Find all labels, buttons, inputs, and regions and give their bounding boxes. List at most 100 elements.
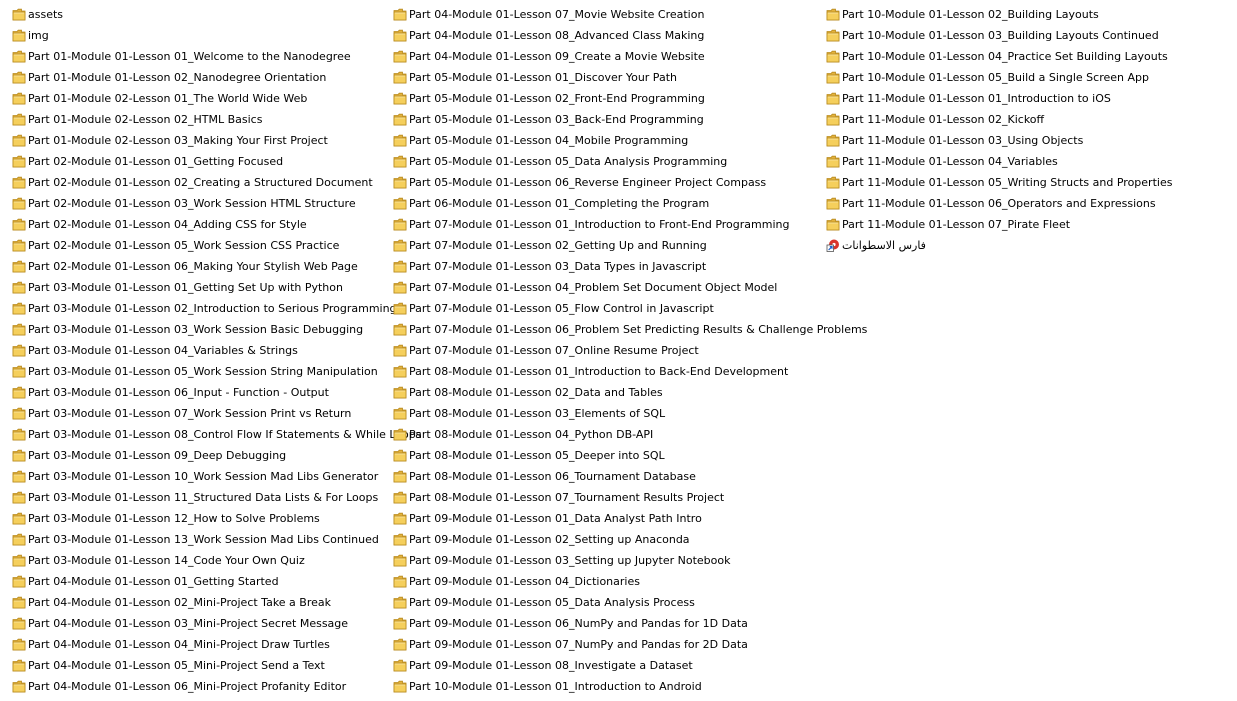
folder-item[interactable]: Part 10-Module 01-Lesson 02_Building Lay… xyxy=(826,4,1173,25)
folder-item[interactable]: Part 03-Module 01-Lesson 09_Deep Debuggi… xyxy=(12,445,423,466)
folder-item[interactable]: Part 11-Module 01-Lesson 02_Kickoff xyxy=(826,109,1173,130)
folder-item[interactable]: Part 02-Module 01-Lesson 05_Work Session… xyxy=(12,235,423,256)
item-name-label: Part 09-Module 01-Lesson 07_NumPy and Pa… xyxy=(409,638,748,651)
folder-item[interactable]: Part 11-Module 01-Lesson 03_Using Object… xyxy=(826,130,1173,151)
folder-item[interactable]: Part 03-Module 01-Lesson 08_Control Flow… xyxy=(12,424,423,445)
folder-item[interactable]: Part 08-Module 01-Lesson 07_Tournament R… xyxy=(393,487,868,508)
folder-item[interactable]: img xyxy=(12,25,423,46)
folder-item[interactable]: Part 04-Module 01-Lesson 01_Getting Star… xyxy=(12,571,423,592)
folder-item[interactable]: Part 03-Module 01-Lesson 10_Work Session… xyxy=(12,466,423,487)
folder-item[interactable]: Part 07-Module 01-Lesson 06_Problem Set … xyxy=(393,319,868,340)
folder-item[interactable]: Part 03-Module 01-Lesson 05_Work Session… xyxy=(12,361,423,382)
folder-item[interactable]: Part 07-Module 01-Lesson 05_Flow Control… xyxy=(393,298,868,319)
folder-item[interactable]: Part 02-Module 01-Lesson 06_Making Your … xyxy=(12,256,423,277)
folder-item[interactable]: Part 02-Module 01-Lesson 02_Creating a S… xyxy=(12,172,423,193)
folder-item[interactable]: Part 03-Module 01-Lesson 14_Code Your Ow… xyxy=(12,550,423,571)
item-name-label: Part 11-Module 01-Lesson 07_Pirate Fleet xyxy=(842,218,1071,231)
folder-item[interactable]: Part 03-Module 01-Lesson 04_Variables & … xyxy=(12,340,423,361)
folder-item[interactable]: Part 03-Module 01-Lesson 07_Work Session… xyxy=(12,403,423,424)
item-name-label: Part 03-Module 01-Lesson 14_Code Your Ow… xyxy=(28,554,305,567)
folder-item[interactable]: Part 05-Module 01-Lesson 02_Front-End Pr… xyxy=(393,88,868,109)
folder-item[interactable]: Part 03-Module 01-Lesson 02_Introduction… xyxy=(12,298,423,319)
item-name-label: Part 05-Module 01-Lesson 02_Front-End Pr… xyxy=(409,92,705,105)
folder-item[interactable]: Part 07-Module 01-Lesson 01_Introduction… xyxy=(393,214,868,235)
item-name-label: Part 04-Module 01-Lesson 07_Movie Websit… xyxy=(409,8,705,21)
folder-item[interactable]: Part 02-Module 01-Lesson 03_Work Session… xyxy=(12,193,423,214)
folder-item[interactable]: Part 04-Module 01-Lesson 06_Mini-Project… xyxy=(12,676,423,697)
folder-item[interactable]: Part 02-Module 01-Lesson 04_Adding CSS f… xyxy=(12,214,423,235)
folder-item[interactable]: Part 03-Module 01-Lesson 06_Input - Func… xyxy=(12,382,423,403)
folder-item[interactable]: Part 05-Module 01-Lesson 03_Back-End Pro… xyxy=(393,109,868,130)
folder-item[interactable]: Part 01-Module 01-Lesson 02_Nanodegree O… xyxy=(12,67,423,88)
folder-item[interactable]: Part 09-Module 01-Lesson 01_Data Analyst… xyxy=(393,508,868,529)
folder-item[interactable]: Part 09-Module 01-Lesson 08_Investigate … xyxy=(393,655,868,676)
folder-item[interactable]: Part 11-Module 01-Lesson 07_Pirate Fleet xyxy=(826,214,1173,235)
folder-item[interactable]: Part 08-Module 01-Lesson 01_Introduction… xyxy=(393,361,868,382)
folder-item[interactable]: Part 03-Module 01-Lesson 12_How to Solve… xyxy=(12,508,423,529)
folder-item[interactable]: Part 09-Module 01-Lesson 02_Setting up A… xyxy=(393,529,868,550)
folder-item[interactable]: Part 10-Module 01-Lesson 04_Practice Set… xyxy=(826,46,1173,67)
folder-item[interactable]: Part 08-Module 01-Lesson 05_Deeper into … xyxy=(393,445,868,466)
folder-item[interactable]: Part 08-Module 01-Lesson 04_Python DB-AP… xyxy=(393,424,868,445)
item-name-label: فارس الاسطوانات xyxy=(842,239,926,252)
folder-item[interactable]: Part 04-Module 01-Lesson 07_Movie Websit… xyxy=(393,4,868,25)
folder-item[interactable]: Part 04-Module 01-Lesson 02_Mini-Project… xyxy=(12,592,423,613)
folder-item[interactable]: Part 01-Module 02-Lesson 03_Making Your … xyxy=(12,130,423,151)
shortcut-item[interactable]: فارس الاسطوانات xyxy=(826,235,1173,256)
folder-item[interactable]: Part 01-Module 02-Lesson 01_The World Wi… xyxy=(12,88,423,109)
item-name-label: Part 01-Module 01-Lesson 01_Welcome to t… xyxy=(28,50,351,63)
folder-item[interactable]: Part 11-Module 01-Lesson 05_Writing Stru… xyxy=(826,172,1173,193)
folder-item[interactable]: Part 04-Module 01-Lesson 09_Create a Mov… xyxy=(393,46,868,67)
folder-item[interactable]: Part 06-Module 01-Lesson 01_Completing t… xyxy=(393,193,868,214)
folder-item[interactable]: assets xyxy=(12,4,423,25)
item-name-label: Part 07-Module 01-Lesson 06_Problem Set … xyxy=(409,323,868,336)
folder-item[interactable]: Part 08-Module 01-Lesson 06_Tournament D… xyxy=(393,466,868,487)
folder-item[interactable]: Part 05-Module 01-Lesson 04_Mobile Progr… xyxy=(393,130,868,151)
folder-item[interactable]: Part 09-Module 01-Lesson 04_Dictionaries xyxy=(393,571,868,592)
folder-item[interactable]: Part 04-Module 01-Lesson 03_Mini-Project… xyxy=(12,613,423,634)
item-name-label: Part 02-Module 01-Lesson 01_Getting Focu… xyxy=(28,155,284,168)
folder-item[interactable]: Part 04-Module 01-Lesson 05_Mini-Project… xyxy=(12,655,423,676)
item-name-label: Part 09-Module 01-Lesson 03_Setting up J… xyxy=(409,554,731,567)
folder-item[interactable]: Part 09-Module 01-Lesson 06_NumPy and Pa… xyxy=(393,613,868,634)
folder-item[interactable]: Part 10-Module 01-Lesson 05_Build a Sing… xyxy=(826,67,1173,88)
folder-item[interactable]: Part 04-Module 01-Lesson 08_Advanced Cla… xyxy=(393,25,868,46)
folder-item[interactable]: Part 07-Module 01-Lesson 07_Online Resum… xyxy=(393,340,868,361)
folder-item[interactable]: Part 05-Module 01-Lesson 01_Discover You… xyxy=(393,67,868,88)
folder-item[interactable]: Part 09-Module 01-Lesson 03_Setting up J… xyxy=(393,550,868,571)
item-name-label: Part 09-Module 01-Lesson 01_Data Analyst… xyxy=(409,512,702,525)
folder-item[interactable]: Part 01-Module 01-Lesson 01_Welcome to t… xyxy=(12,46,423,67)
folder-item[interactable]: Part 10-Module 01-Lesson 03_Building Lay… xyxy=(826,25,1173,46)
folder-item[interactable]: Part 07-Module 01-Lesson 02_Getting Up a… xyxy=(393,235,868,256)
folder-item[interactable]: Part 03-Module 01-Lesson 11_Structured D… xyxy=(12,487,423,508)
folder-item[interactable]: Part 05-Module 01-Lesson 06_Reverse Engi… xyxy=(393,172,868,193)
folder-icon xyxy=(393,449,407,462)
folder-item[interactable]: Part 08-Module 01-Lesson 02_Data and Tab… xyxy=(393,382,868,403)
folder-item[interactable]: Part 03-Module 01-Lesson 13_Work Session… xyxy=(12,529,423,550)
folder-item[interactable]: Part 03-Module 01-Lesson 01_Getting Set … xyxy=(12,277,423,298)
folder-icon xyxy=(393,50,407,63)
folder-item[interactable]: Part 08-Module 01-Lesson 03_Elements of … xyxy=(393,403,868,424)
folder-item[interactable]: Part 09-Module 01-Lesson 05_Data Analysi… xyxy=(393,592,868,613)
item-name-label: Part 03-Module 01-Lesson 03_Work Session… xyxy=(28,323,364,336)
folder-item[interactable]: Part 11-Module 01-Lesson 06_Operators an… xyxy=(826,193,1173,214)
folder-icon xyxy=(826,29,840,42)
item-name-label: Part 03-Module 01-Lesson 08_Control Flow… xyxy=(28,428,422,441)
item-name-label: Part 05-Module 01-Lesson 06_Reverse Engi… xyxy=(409,176,767,189)
item-name-label: Part 04-Module 01-Lesson 03_Mini-Project… xyxy=(28,617,349,630)
folder-item[interactable]: Part 11-Module 01-Lesson 01_Introduction… xyxy=(826,88,1173,109)
folder-icon xyxy=(12,617,26,630)
folder-item[interactable]: Part 05-Module 01-Lesson 05_Data Analysi… xyxy=(393,151,868,172)
item-name-label: Part 04-Module 01-Lesson 06_Mini-Project… xyxy=(28,680,347,693)
folder-item[interactable]: Part 07-Module 01-Lesson 03_Data Types i… xyxy=(393,256,868,277)
folder-item[interactable]: Part 11-Module 01-Lesson 04_Variables xyxy=(826,151,1173,172)
folder-item[interactable]: Part 07-Module 01-Lesson 04_Problem Set … xyxy=(393,277,868,298)
folder-item[interactable]: Part 03-Module 01-Lesson 03_Work Session… xyxy=(12,319,423,340)
folder-item[interactable]: Part 02-Module 01-Lesson 01_Getting Focu… xyxy=(12,151,423,172)
folder-item[interactable]: Part 01-Module 02-Lesson 02_HTML Basics xyxy=(12,109,423,130)
folder-item[interactable]: Part 09-Module 01-Lesson 07_NumPy and Pa… xyxy=(393,634,868,655)
folder-item[interactable]: Part 04-Module 01-Lesson 04_Mini-Project… xyxy=(12,634,423,655)
item-name-label: Part 11-Module 01-Lesson 01_Introduction… xyxy=(842,92,1111,105)
item-name-label: Part 06-Module 01-Lesson 01_Completing t… xyxy=(409,197,710,210)
folder-item[interactable]: Part 10-Module 01-Lesson 01_Introduction… xyxy=(393,676,868,697)
